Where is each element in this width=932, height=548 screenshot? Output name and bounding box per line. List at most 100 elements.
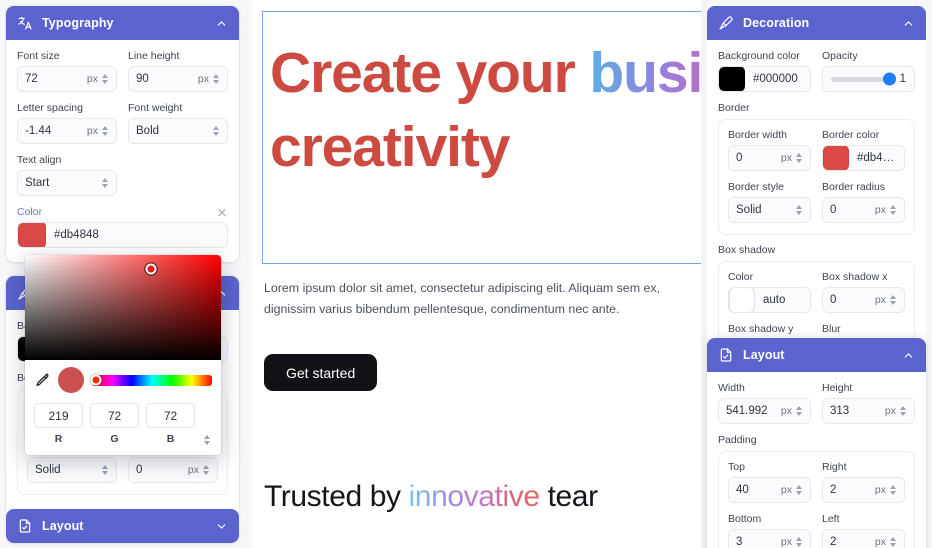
border-radius-stepper[interactable] [889, 204, 897, 217]
box-shadow-x-stepper[interactable] [889, 294, 897, 307]
width-stepper[interactable] [795, 405, 803, 418]
typography-color-swatch[interactable] [18, 223, 46, 247]
line-height-stepper[interactable] [212, 73, 220, 86]
left-border-style-field[interactable]: Solid [27, 457, 117, 483]
eyedropper-icon[interactable] [34, 372, 50, 388]
height-stepper[interactable] [899, 405, 907, 418]
border-style-label: Border style [728, 181, 785, 193]
border-style-field[interactable]: Border style Solid [728, 181, 811, 223]
opacity-slider[interactable]: 1 [822, 66, 915, 92]
left-border-style-stepper[interactable] [101, 464, 109, 477]
background-color-swatch[interactable] [719, 67, 745, 91]
rgb-b-cell[interactable]: 72 B [146, 403, 195, 445]
border-color-swatch[interactable] [823, 146, 849, 170]
left-layout-panel[interactable]: Layout [6, 509, 239, 543]
padding-left-field[interactable]: Left 2 px [822, 513, 905, 548]
box-shadow-color-field[interactable]: Color auto [728, 271, 811, 313]
letter-spacing-stepper[interactable] [101, 125, 109, 138]
rgb-g-value[interactable]: 72 [90, 403, 139, 428]
chevron-up-icon[interactable] [215, 17, 228, 30]
font-weight-field[interactable]: Font weight Bold [128, 102, 228, 144]
padding-bottom-value[interactable]: 3 [736, 536, 781, 548]
width-label: Width [718, 382, 745, 394]
rgb-g-cell[interactable]: 72 G [90, 403, 139, 445]
rgb-r-cell[interactable]: 219 R [34, 403, 83, 445]
right-layout-panel-header[interactable]: Layout [707, 338, 926, 372]
text-align-stepper[interactable] [101, 177, 109, 190]
padding-right-value[interactable]: 2 [830, 484, 875, 496]
box-shadow-x-field[interactable]: Box shadow x 0 px [822, 271, 905, 313]
border-width-stepper[interactable] [795, 152, 803, 165]
design-canvas[interactable]: Create your business with Our creativity… [252, 0, 707, 548]
letter-spacing-field[interactable]: Letter spacing -1.44 px [17, 102, 117, 144]
color-picker-popover[interactable]: 219 R 72 G 72 B [25, 255, 221, 455]
border-width-value[interactable]: 0 [736, 152, 781, 164]
typography-color-value[interactable]: #db4848 [54, 229, 220, 241]
right-decoration-panel-header[interactable]: Decoration [707, 6, 926, 40]
line-height-value[interactable]: 90 [136, 73, 198, 85]
font-size-stepper[interactable] [101, 73, 109, 86]
padding-top-value[interactable]: 40 [736, 484, 781, 496]
hue-knob[interactable] [90, 374, 102, 386]
font-weight-stepper[interactable] [212, 125, 220, 138]
left-border-radius-stepper[interactable] [202, 464, 210, 477]
padding-right-stepper[interactable] [889, 484, 897, 497]
height-field[interactable]: Height 313 px [822, 382, 915, 424]
right-layout-title: Layout [743, 348, 785, 362]
width-value[interactable]: 541.992 [726, 405, 781, 417]
padding-bottom-field[interactable]: Bottom 3 px [728, 513, 811, 548]
close-icon[interactable] [216, 206, 228, 218]
border-radius-field[interactable]: Border radius 0 px [822, 181, 905, 223]
chevron-up-icon[interactable] [902, 349, 915, 362]
padding-bottom-stepper[interactable] [795, 536, 803, 548]
letter-spacing-value[interactable]: -1.44 [25, 125, 87, 137]
border-style-stepper[interactable] [795, 204, 803, 217]
hero-paragraph[interactable]: Lorem ipsum dolor sit amet, consectetur … [264, 278, 694, 320]
right-decoration-title: Decoration [743, 16, 810, 30]
left-border-radius-field[interactable]: 0 px [128, 457, 218, 483]
padding-top-stepper[interactable] [795, 484, 803, 497]
trusted-heading[interactable]: Trusted by innovative tear [264, 477, 598, 517]
padding-top-field[interactable]: Top 40 px [728, 461, 811, 503]
width-field[interactable]: Width 541.992 px [718, 382, 811, 424]
background-color-value[interactable]: #000000 [753, 73, 803, 85]
saturation-value-area[interactable] [25, 255, 221, 360]
box-shadow-color-value[interactable]: auto [763, 294, 803, 306]
rgb-mode-stepper[interactable] [202, 403, 212, 446]
font-size-value[interactable]: 72 [25, 73, 87, 85]
line-height-field[interactable]: Line height 90 px [128, 50, 228, 92]
font-size-field[interactable]: Font size 72 px [17, 50, 117, 92]
font-weight-value: Bold [136, 125, 160, 137]
chevron-up-icon[interactable] [902, 17, 915, 30]
box-shadow-color-swatch[interactable] [729, 288, 755, 312]
border-width-field[interactable]: Border width 0 px [728, 129, 811, 171]
typography-panel-header[interactable]: Typography [6, 6, 239, 40]
border-radius-value[interactable]: 0 [830, 204, 875, 216]
border-color-field[interactable]: Border color #db4848 [822, 129, 905, 171]
border-color-value[interactable]: #db4848 [857, 152, 897, 164]
padding-left-stepper[interactable] [889, 536, 897, 548]
box-shadow-x-value[interactable]: 0 [830, 294, 875, 306]
rgb-r-value[interactable]: 219 [34, 403, 83, 428]
text-align-field[interactable]: Text align Start [17, 154, 117, 196]
text-align-label: Text align [17, 154, 62, 166]
padding-right-field[interactable]: Right 2 px [822, 461, 905, 503]
font-weight-label: Font weight [128, 102, 183, 114]
hue-slider[interactable] [90, 374, 212, 386]
rgb-b-value[interactable]: 72 [146, 403, 195, 428]
hero-heading[interactable]: Create your business with Our creativity [270, 36, 707, 184]
saturation-knob[interactable] [145, 263, 157, 275]
background-color-field[interactable]: Background color #000000 [718, 50, 811, 92]
text-align-spacer [128, 154, 228, 196]
padding-left-value[interactable]: 2 [830, 536, 875, 548]
get-started-button[interactable]: Get started [264, 354, 378, 391]
left-layout-panel-header[interactable]: Layout [6, 509, 239, 543]
left-layout-title: Layout [42, 519, 84, 533]
typography-color-field[interactable]: Color #db4848 [17, 206, 228, 248]
opacity-thumb[interactable] [882, 72, 896, 86]
padding-group: Top 40 px Right 2 px Bottom 3 px Left 2 … [718, 451, 915, 548]
chevron-down-icon[interactable] [215, 520, 228, 533]
opacity-field[interactable]: Opacity 1 [822, 50, 915, 92]
height-value[interactable]: 313 [830, 405, 885, 417]
document-check-icon [19, 519, 31, 533]
